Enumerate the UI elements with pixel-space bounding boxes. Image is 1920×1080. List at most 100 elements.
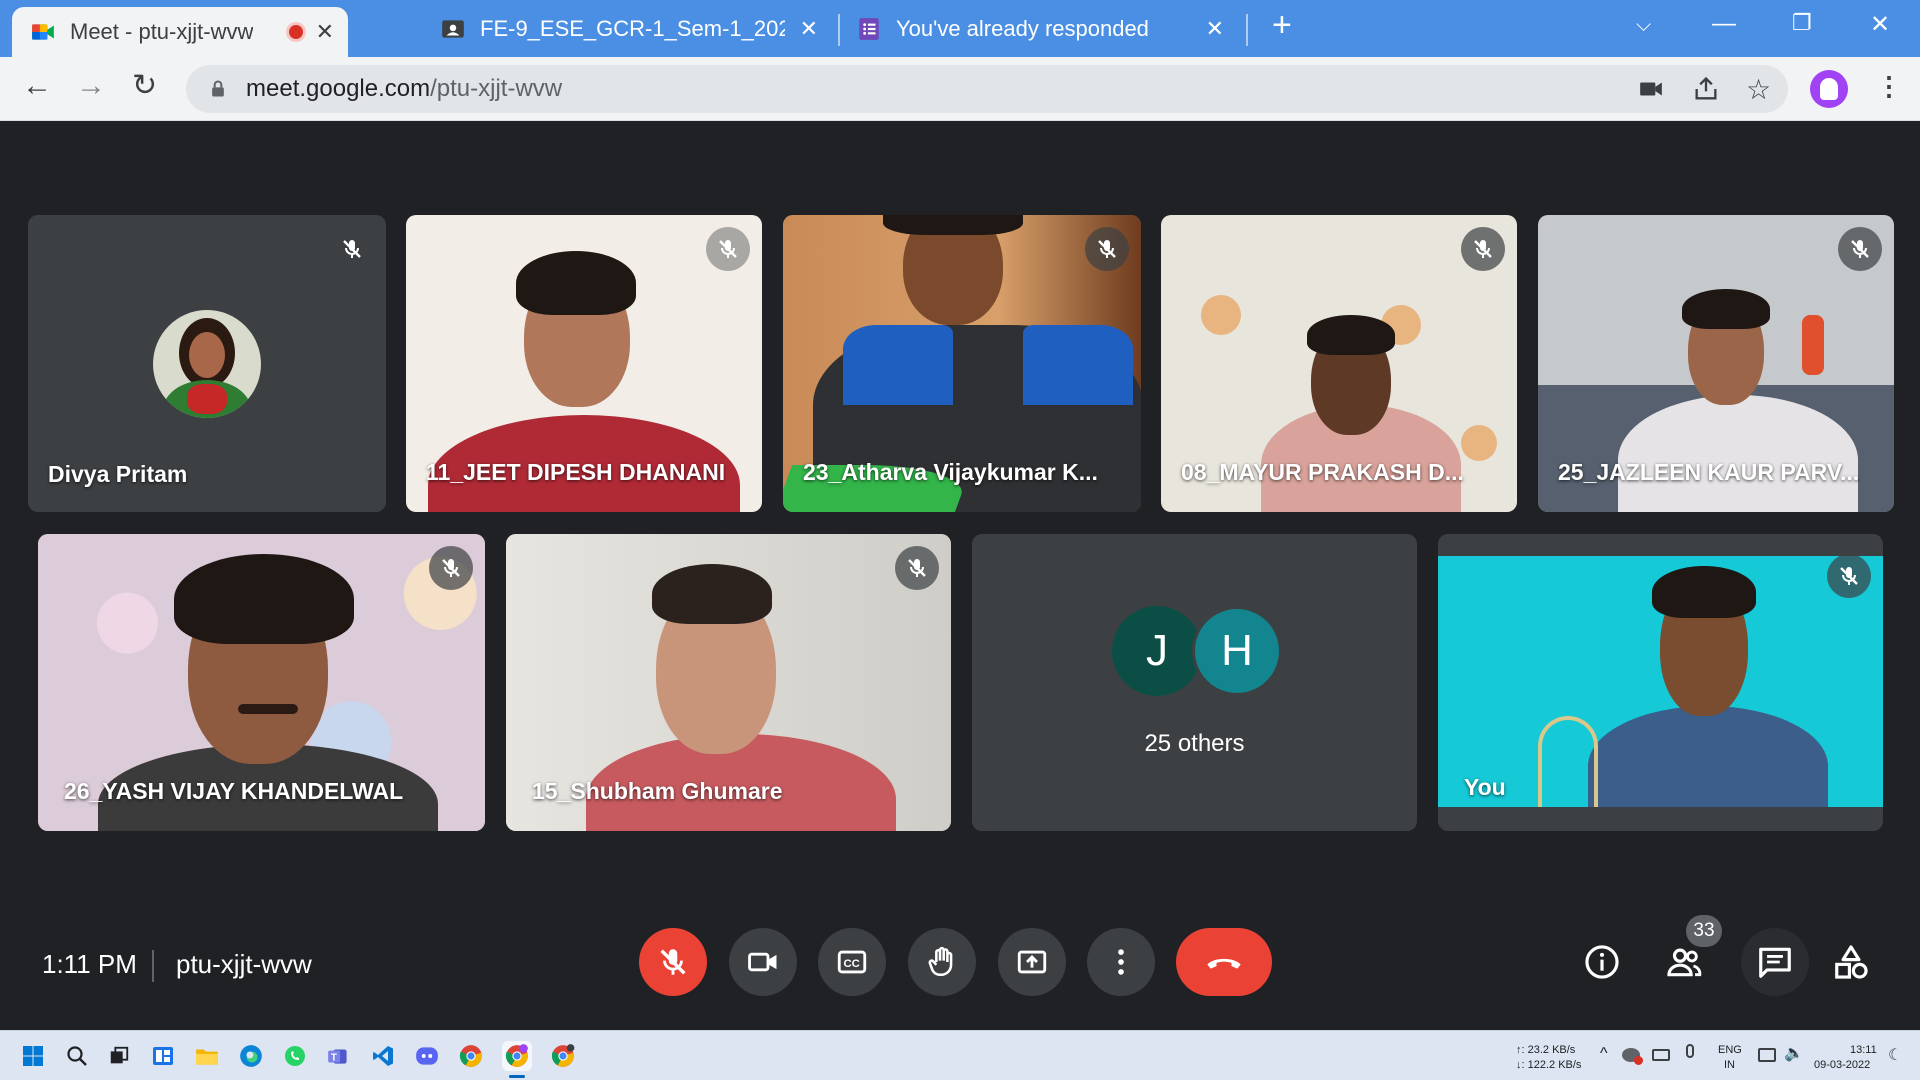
toggle-microphone-button[interactable] (639, 928, 707, 996)
chat-button[interactable] (1741, 928, 1809, 996)
avatar (153, 310, 261, 418)
meeting-code: ptu-xjjt-wvw (176, 949, 312, 979)
captions-button[interactable]: CC (818, 928, 886, 996)
participant-tile[interactable]: 25_JAZLEEN KAUR PARV... (1538, 215, 1894, 512)
participant-tile[interactable]: 11_JEET DIPESH DHANANI (406, 215, 762, 512)
keyboard-icon[interactable] (1652, 1049, 1670, 1061)
windows-start-icon[interactable] (18, 1041, 48, 1071)
chrome-profile-icon[interactable] (502, 1041, 532, 1071)
meeting-details-button[interactable] (1575, 935, 1629, 989)
activities-button[interactable] (1824, 935, 1878, 989)
mic-off-icon (659, 947, 687, 977)
file-explorer-icon[interactable] (192, 1041, 222, 1071)
self-video (1438, 556, 1883, 807)
tab-forms[interactable]: You've already responded ✕ (856, 0, 1236, 57)
notification-icon[interactable]: ☾ (1888, 1045, 1902, 1065)
window-close-icon[interactable]: ✕ (1870, 10, 1890, 39)
contact-card-icon (442, 19, 464, 38)
toggle-camera-button[interactable] (729, 928, 797, 996)
tab-title: You've already responded (896, 15, 1149, 41)
people-icon (1667, 948, 1702, 977)
muted-mic-icon (1461, 227, 1505, 271)
participant-name: 08_MAYUR PRAKASH D... (1181, 459, 1464, 485)
whatsapp-icon[interactable] (280, 1041, 310, 1071)
raise-hand-button[interactable] (908, 928, 976, 996)
closed-captions-icon: CC (837, 950, 867, 974)
forward-arrow-icon[interactable]: → (76, 71, 106, 101)
tab-title: FE-9_ESE_GCR-1_Sem-1_2021-20 (480, 15, 785, 41)
language-indicator[interactable]: ENG (1718, 1043, 1742, 1057)
others-tile[interactable]: J H 25 others (972, 534, 1417, 831)
chat-icon (1759, 947, 1791, 978)
browser-menu-icon[interactable]: ⋮ (1876, 71, 1902, 102)
others-count-label: 25 others (1144, 730, 1245, 757)
edge-browser-icon[interactable] (236, 1041, 266, 1071)
tab-meet[interactable]: Meet - ptu-xjjt-wvw ✕ (12, 7, 348, 57)
tab-classroom[interactable]: FE-9_ESE_GCR-1_Sem-1_2021-20 ✕ (440, 0, 830, 57)
widgets-icon[interactable] (148, 1041, 178, 1071)
task-view-icon[interactable] (104, 1041, 134, 1071)
participant-tile[interactable]: 15_Shubham Ghumare (506, 534, 951, 831)
url-path: /ptu-xjjt-wvw (430, 75, 563, 102)
profile-avatar[interactable] (1810, 70, 1848, 108)
display-icon[interactable] (1758, 1048, 1776, 1062)
taskbar-clock: 13:11 (1850, 1044, 1877, 1056)
muted-mic-icon (1827, 554, 1871, 598)
camera-icon (748, 952, 777, 972)
tab-close-icon[interactable]: ✕ (316, 19, 334, 45)
lock-icon (212, 80, 224, 97)
present-screen-button[interactable] (998, 928, 1066, 996)
svg-text:T: T (331, 1052, 337, 1063)
vscode-icon[interactable] (368, 1041, 398, 1071)
camera-in-use-icon[interactable] (1638, 76, 1664, 102)
more-vert-icon (1118, 949, 1124, 975)
os-taskbar: T ↑: 23.2 KB/s ↓: 122.2 KB/s ^ ENG IN 🔈 … (0, 1030, 1920, 1080)
new-tab-icon[interactable]: + (1272, 6, 1292, 45)
end-call-icon (1207, 958, 1241, 969)
share-icon[interactable] (1692, 75, 1720, 103)
info-icon (1585, 945, 1619, 979)
tab-title: Meet - ptu-xjjt-wvw (70, 19, 254, 44)
volume-icon[interactable]: 🔈 (1784, 1043, 1804, 1063)
activities-icon (1835, 945, 1868, 979)
bookmark-star-icon[interactable]: ☆ (1746, 73, 1771, 106)
meeting-controls-bar: 1:11 PM ptu-xjjt-wvw CC 33 (0, 900, 1920, 1030)
tab-search-chevron-icon[interactable]: ⌵ (1636, 14, 1651, 37)
tab-close-icon[interactable]: ✕ (1206, 16, 1224, 42)
restore-icon[interactable]: ❐ (1792, 10, 1812, 36)
participant-tile[interactable]: 23_Atharva Vijaykumar K... (783, 215, 1141, 512)
more-options-button[interactable] (1087, 928, 1155, 996)
muted-mic-icon (1838, 227, 1882, 271)
chrome-profile-icon[interactable] (548, 1041, 578, 1071)
avatar: H (1192, 606, 1282, 696)
security-icon[interactable] (1622, 1048, 1643, 1065)
region-indicator: IN (1724, 1059, 1735, 1071)
participant-tile[interactable]: Divya Pritam (28, 215, 386, 512)
leave-call-button[interactable] (1176, 928, 1272, 996)
network-download-speed: ↓: 122.2 KB/s (1516, 1059, 1582, 1071)
participant-name: 25_JAZLEEN KAUR PARV... (1558, 459, 1860, 485)
tab-close-icon[interactable]: ✕ (800, 16, 818, 42)
address-bar[interactable]: meet.google.com/ptu-xjjt-wvw ☆ (186, 65, 1788, 113)
microphone-icon[interactable] (1686, 1044, 1694, 1058)
tab-separator (1246, 14, 1248, 46)
chrome-icon[interactable] (456, 1041, 486, 1071)
teams-icon[interactable]: T (324, 1041, 354, 1071)
google-forms-icon (859, 17, 879, 40)
svg-text:CC: CC (844, 958, 860, 970)
participant-tile[interactable]: 08_MAYUR PRAKASH D... (1161, 215, 1517, 512)
google-meet-icon (32, 24, 54, 40)
url-text: meet.google.com/ptu-xjjt-wvw (246, 75, 562, 103)
taskbar-date: 09-03-2022 (1814, 1059, 1871, 1071)
reload-icon[interactable]: ↻ (132, 71, 157, 101)
search-icon[interactable] (62, 1041, 92, 1071)
minimize-icon[interactable]: — (1712, 10, 1736, 38)
browser-toolbar: ← → ↻ meet.google.com/ptu-xjjt-wvw ☆ ⋮ (0, 57, 1920, 121)
muted-mic-icon (429, 546, 473, 590)
participant-tile[interactable]: 26_YASH VIJAY KHANDELWAL (38, 534, 485, 831)
discord-icon[interactable] (412, 1041, 442, 1071)
tray-chevron-icon[interactable]: ^ (1600, 1045, 1608, 1063)
back-arrow-icon[interactable]: ← (22, 71, 52, 101)
self-tile[interactable]: You (1438, 534, 1883, 831)
participant-name: 15_Shubham Ghumare (532, 778, 783, 804)
